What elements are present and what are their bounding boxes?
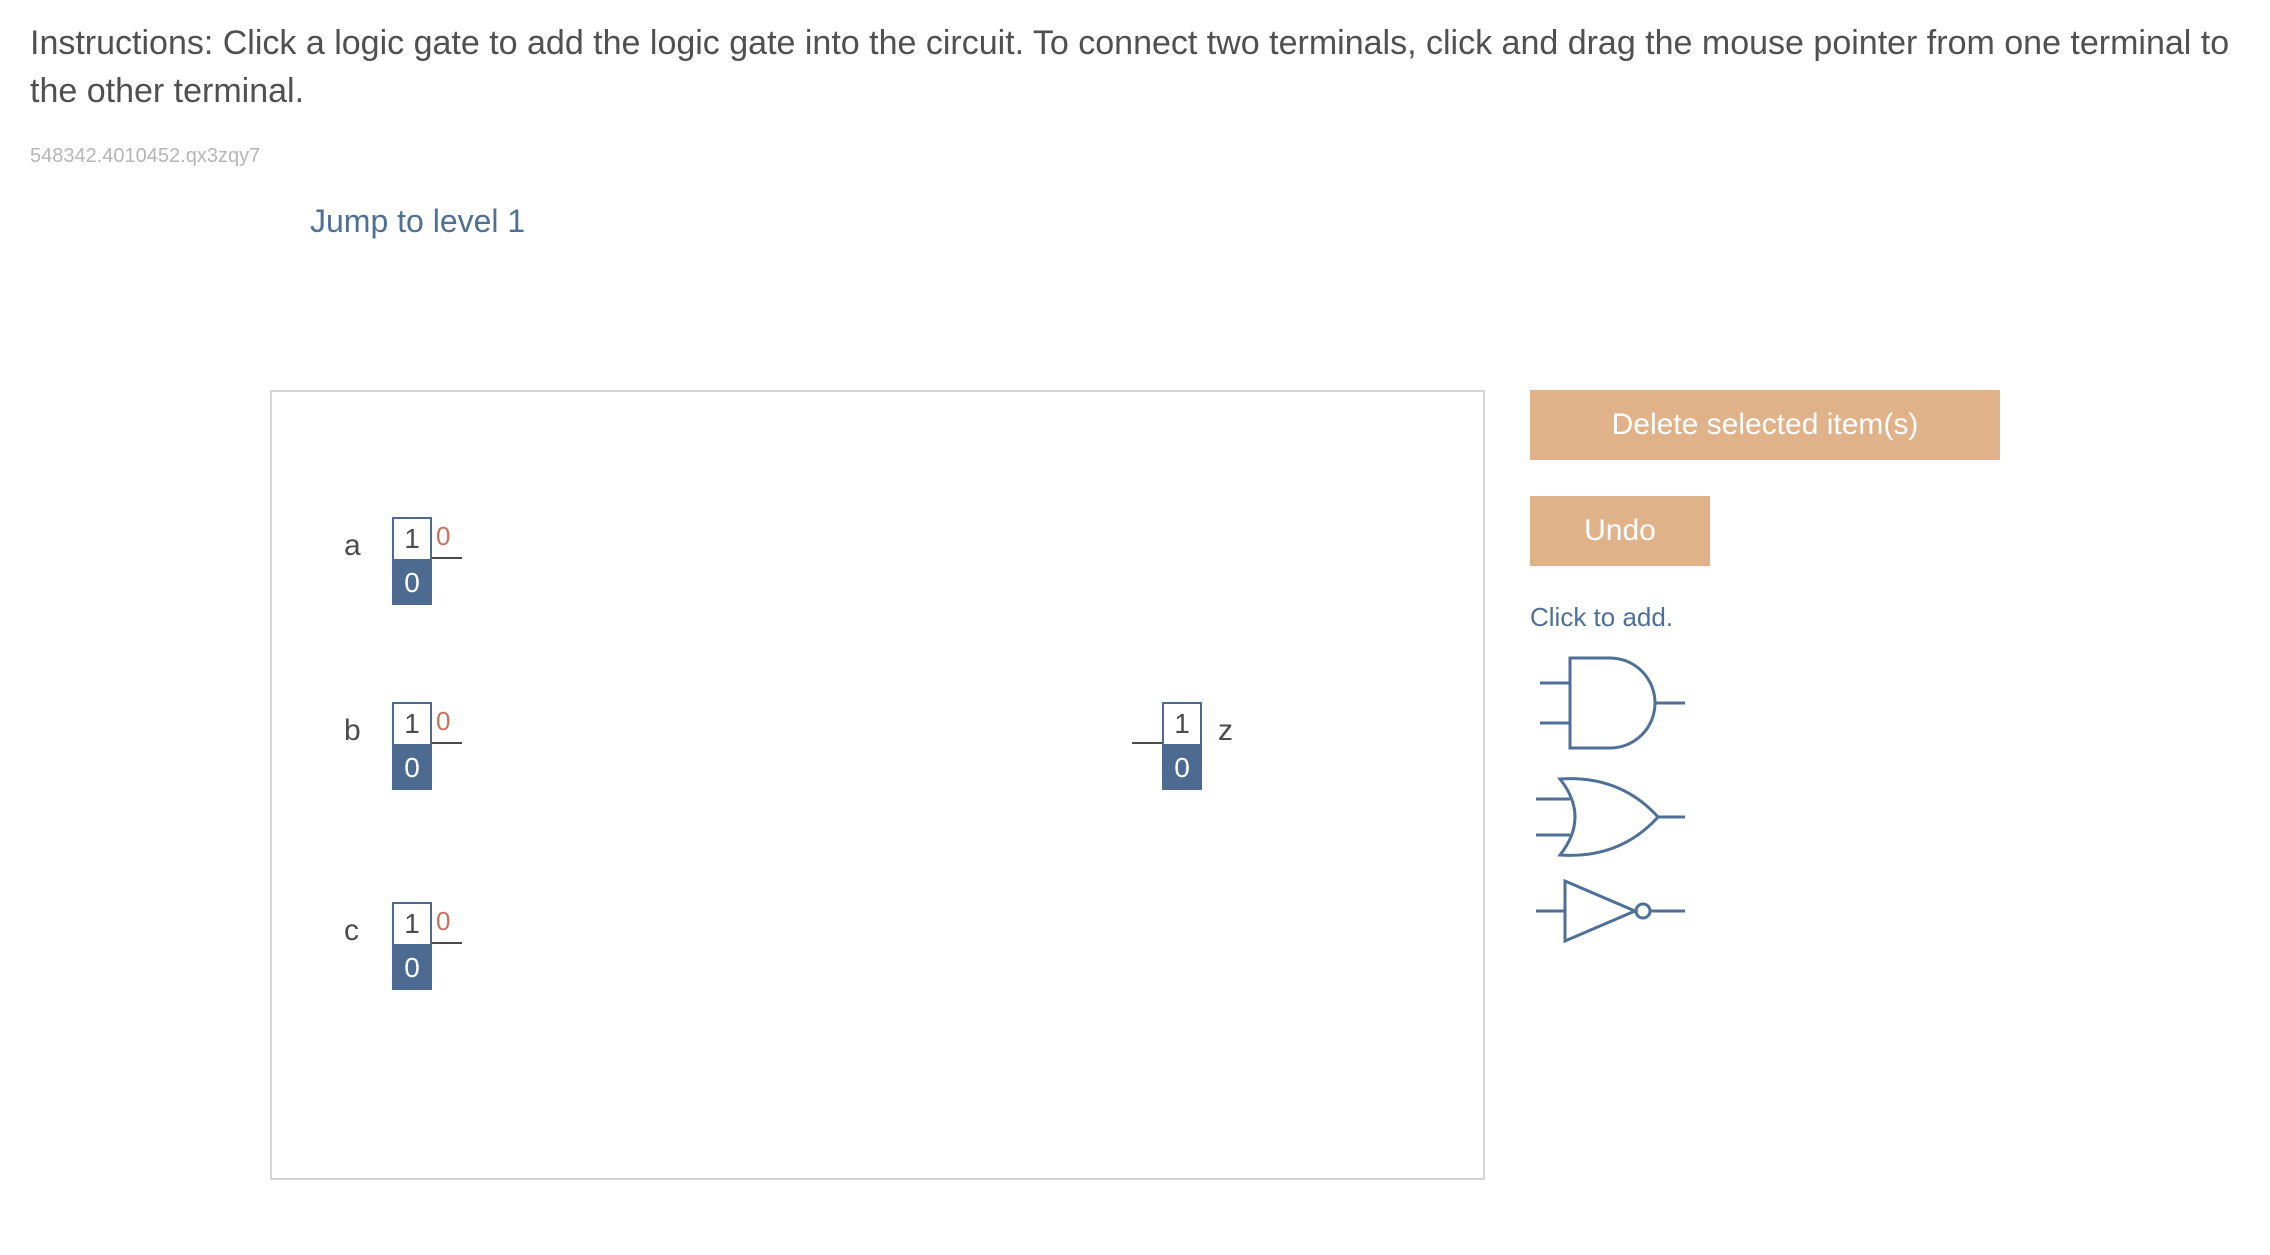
not-gate-button[interactable] [1530, 871, 2030, 951]
input-c-side-value: 0 [436, 906, 450, 937]
input-a-side-value: 0 [436, 521, 450, 552]
input-a-label: a [344, 529, 361, 563]
input-b[interactable]: b 1 0 0 [392, 702, 432, 790]
output-z[interactable]: 1 0 z [1162, 702, 1202, 790]
input-b-side-value: 0 [436, 706, 450, 737]
output-z-terminal[interactable] [1132, 742, 1162, 744]
input-a-zero[interactable]: 0 [392, 561, 432, 605]
undo-button[interactable]: Undo [1530, 496, 1710, 566]
output-z-one: 1 [1162, 702, 1202, 746]
input-b-label: b [344, 714, 361, 748]
input-b-one[interactable]: 1 [392, 702, 432, 746]
or-gate-button[interactable] [1530, 767, 2030, 867]
input-a[interactable]: a 1 0 0 [392, 517, 432, 605]
not-gate-icon [1530, 871, 1690, 951]
click-to-add-label: Click to add. [1530, 602, 2030, 633]
and-gate-button[interactable] [1530, 643, 2030, 763]
controls-panel: Delete selected item(s) Undo Click to ad… [1530, 390, 2030, 955]
reference-id: 548342.4010452.qx3zqy7 [30, 145, 2240, 168]
input-a-terminal[interactable] [432, 557, 462, 559]
input-a-one[interactable]: 1 [392, 517, 432, 561]
input-b-terminal[interactable] [432, 742, 462, 744]
input-c-one[interactable]: 1 [392, 902, 432, 946]
or-gate-icon [1530, 767, 1690, 867]
delete-button[interactable]: Delete selected item(s) [1530, 390, 2000, 460]
input-b-zero[interactable]: 0 [392, 746, 432, 790]
output-z-label: z [1218, 714, 1233, 748]
input-c-zero[interactable]: 0 [392, 946, 432, 990]
input-c[interactable]: c 1 0 0 [392, 902, 432, 990]
jump-to-level-link[interactable]: Jump to level 1 [310, 203, 2240, 240]
input-c-terminal[interactable] [432, 942, 462, 944]
instructions-text: Instructions: Click a logic gate to add … [30, 20, 2240, 115]
and-gate-icon [1530, 643, 1690, 763]
circuit-canvas[interactable]: a 1 0 0 b 1 0 0 c 1 0 0 1 0 z [270, 390, 1485, 1180]
input-c-label: c [344, 914, 359, 948]
output-z-zero: 0 [1162, 746, 1202, 790]
